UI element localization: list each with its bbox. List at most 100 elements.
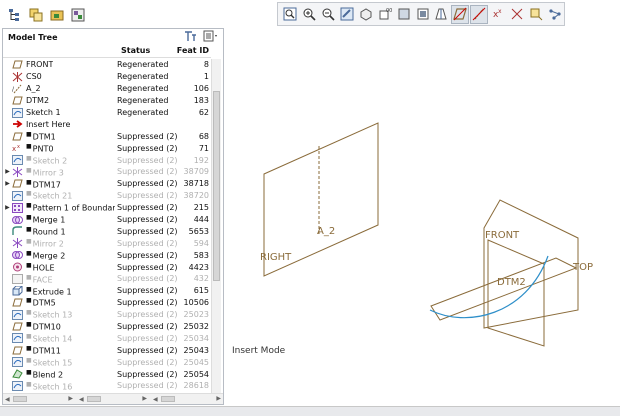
datum-plane-icon [12, 345, 23, 355]
h-scroll-feat[interactable]: ◀ ▶ [151, 394, 223, 404]
settings-icon[interactable] [69, 6, 87, 24]
tree-row[interactable]: ■Sketch 14 Suppressed (2) 25034 [3, 332, 211, 344]
feature-name: ■DTM10 [26, 321, 61, 332]
tree-row[interactable]: ■Sketch 13 Suppressed (2) 25023 [3, 309, 211, 321]
vertical-scroll-thumb[interactable] [213, 91, 220, 281]
tree-icon[interactable] [6, 6, 24, 24]
tree-row[interactable]: ▶ ■DTM17 Suppressed (2) 38718 [3, 178, 211, 190]
model-tree-toolbar [2, 2, 87, 28]
datum-point-icon: xx [12, 143, 23, 153]
point-display-icon[interactable]: xx [489, 5, 507, 24]
tree-horizontal-scrollbars[interactable]: ◀ ▶ ◀ ▶ ◀ ▶ [3, 393, 223, 404]
feature-status: Suppressed (2) [117, 286, 178, 296]
tree-row[interactable]: ■Sketch 21 Suppressed (2) 38720 [3, 190, 211, 202]
feature-name: ■Blend 2 [26, 368, 64, 380]
tree-settings-icon[interactable] [203, 30, 219, 44]
layers-icon[interactable] [27, 6, 45, 24]
tree-row[interactable]: DTM2 Regenerated 183 [3, 95, 211, 107]
display-style-icon[interactable] [395, 5, 413, 24]
tree-row[interactable]: ▶ ■Mirror 3 Suppressed (2) 38709 [3, 166, 211, 178]
feature-id: 10506 [183, 298, 209, 308]
view-manager-icon[interactable] [414, 5, 432, 24]
feature-status: Suppressed (2) [117, 155, 178, 165]
tree-row[interactable]: ■Merge 2 Suppressed (2) 583 [3, 249, 211, 261]
label-front: FRONT [485, 230, 520, 241]
zoom-in-icon[interactable] [300, 5, 318, 24]
label-a2: A_2 [317, 226, 336, 237]
tree-row[interactable]: Sketch 1 Regenerated 62 [3, 107, 211, 119]
svg-text:x: x [17, 144, 20, 150]
feature-status: Suppressed (2) [117, 333, 178, 343]
tree-row[interactable]: ■Extrude 1 Suppressed (2) 615 [3, 285, 211, 297]
tree-row[interactable]: ■Sketch 2 Suppressed (2) 192 [3, 154, 211, 166]
feature-status: Suppressed (2) [117, 238, 178, 248]
tree-row[interactable]: ■Blend 2 Suppressed (2) 25054 [3, 368, 211, 380]
svg-text:00: 00 [386, 8, 392, 14]
bottom-status-bar [0, 406, 620, 416]
tree-row[interactable]: ■DTM1 Suppressed (2) 68 [3, 130, 211, 142]
feature-name: ■Merge 1 [26, 214, 66, 225]
h-scroll-status[interactable]: ◀ ▶ [77, 394, 149, 404]
tree-row[interactable]: x x ■PNT0 Suppressed (2) 71 [3, 142, 211, 154]
tree-row[interactable]: CS0 Regenerated 1 [3, 71, 211, 83]
feature-status: Suppressed (2) [117, 345, 178, 355]
feature-status: Suppressed (2) [117, 357, 178, 367]
top-datum-plane [430, 257, 578, 321]
feature-id: 25045 [183, 357, 209, 367]
tree-row[interactable]: Insert Here [3, 118, 211, 130]
repaint-icon[interactable] [338, 5, 356, 24]
tree-vertical-scrollbar[interactable] [211, 59, 221, 393]
label-top: TOP [573, 262, 594, 273]
column-feat-id[interactable]: Feat ID [175, 46, 211, 57]
csys-display-icon[interactable] [508, 5, 526, 24]
tree-row[interactable]: ■DTM11 Suppressed (2) 25043 [3, 344, 211, 356]
tree-row[interactable]: ▶ ■Pattern 1 of Boundar Suppressed (2) 215 [3, 202, 211, 214]
tree-row[interactable]: ■DTM10 Suppressed (2) 25032 [3, 321, 211, 333]
feature-name: ■Round 1 [26, 226, 66, 237]
tree-row[interactable]: ■FACE Suppressed (2) 432 [3, 273, 211, 285]
h-scroll-name[interactable]: ◀ ▶ [3, 394, 75, 404]
feature-id: 8 [203, 60, 209, 70]
spin-center-icon[interactable] [546, 5, 564, 24]
zoom-out-icon[interactable] [319, 5, 337, 24]
datum-plane-icon [12, 96, 23, 106]
extrude-icon [12, 285, 23, 296]
annotation-display-icon[interactable] [527, 5, 545, 24]
tree-row[interactable]: ■Mirror 2 Suppressed (2) 594 [3, 237, 211, 249]
feature-id: 62 [198, 108, 209, 117]
orientation-icon[interactable] [357, 5, 375, 24]
column-status[interactable]: Status [113, 46, 175, 57]
tree-column-header: Status Feat ID [3, 46, 211, 58]
feature-id: 1 [203, 72, 209, 82]
tree-rows: FRONT Regenerated 8 CS0 Regenerated 1 /A_2 Rege… [3, 59, 211, 394]
datum-plane-icon [12, 60, 23, 70]
tree-row[interactable]: FRONT Regenerated 8 [3, 59, 211, 71]
feature-id: 183 [193, 96, 209, 106]
saved-views-icon[interactable]: 00 [376, 5, 394, 24]
expand-toggle[interactable]: ▶ [3, 204, 12, 211]
perspective-icon[interactable] [433, 5, 451, 24]
feature-id: 192 [193, 155, 209, 165]
feature-status: Suppressed (2) [117, 369, 178, 379]
tree-row[interactable]: ■DTM5 Suppressed (2) 10506 [3, 297, 211, 309]
refit-icon[interactable] [281, 5, 299, 24]
sketch-curve [429, 255, 549, 319]
feature-status: Regenerated [117, 72, 169, 82]
tree-row[interactable]: ■Sketch 16 Suppressed (2) 28618 [3, 380, 211, 392]
tree-row[interactable]: ■Round 1 Suppressed (2) 5653 [3, 225, 211, 237]
merge-icon [12, 250, 23, 260]
tree-filter-icon[interactable] [183, 30, 197, 44]
datum-plane-icon [12, 179, 23, 189]
tree-row[interactable]: ■HOLE Suppressed (2) 4423 [3, 261, 211, 273]
plane-display-icon[interactable] [451, 4, 470, 24]
tree-row[interactable]: ■Merge 1 Suppressed (2) 444 [3, 214, 211, 226]
tree-row[interactable]: ■Sketch 15 Suppressed (2) 25045 [3, 356, 211, 368]
feature-id: 444 [193, 215, 209, 225]
expand-toggle[interactable]: ▶ [3, 168, 12, 175]
expand-toggle[interactable]: ▶ [3, 180, 12, 187]
feature-status: Suppressed (2) [117, 274, 178, 284]
axis-display-icon[interactable] [470, 4, 489, 24]
folder-icon[interactable] [48, 6, 66, 24]
tree-row[interactable]: / A_2 Regenerated 106 [3, 83, 211, 95]
feature-id: 615 [193, 286, 209, 296]
